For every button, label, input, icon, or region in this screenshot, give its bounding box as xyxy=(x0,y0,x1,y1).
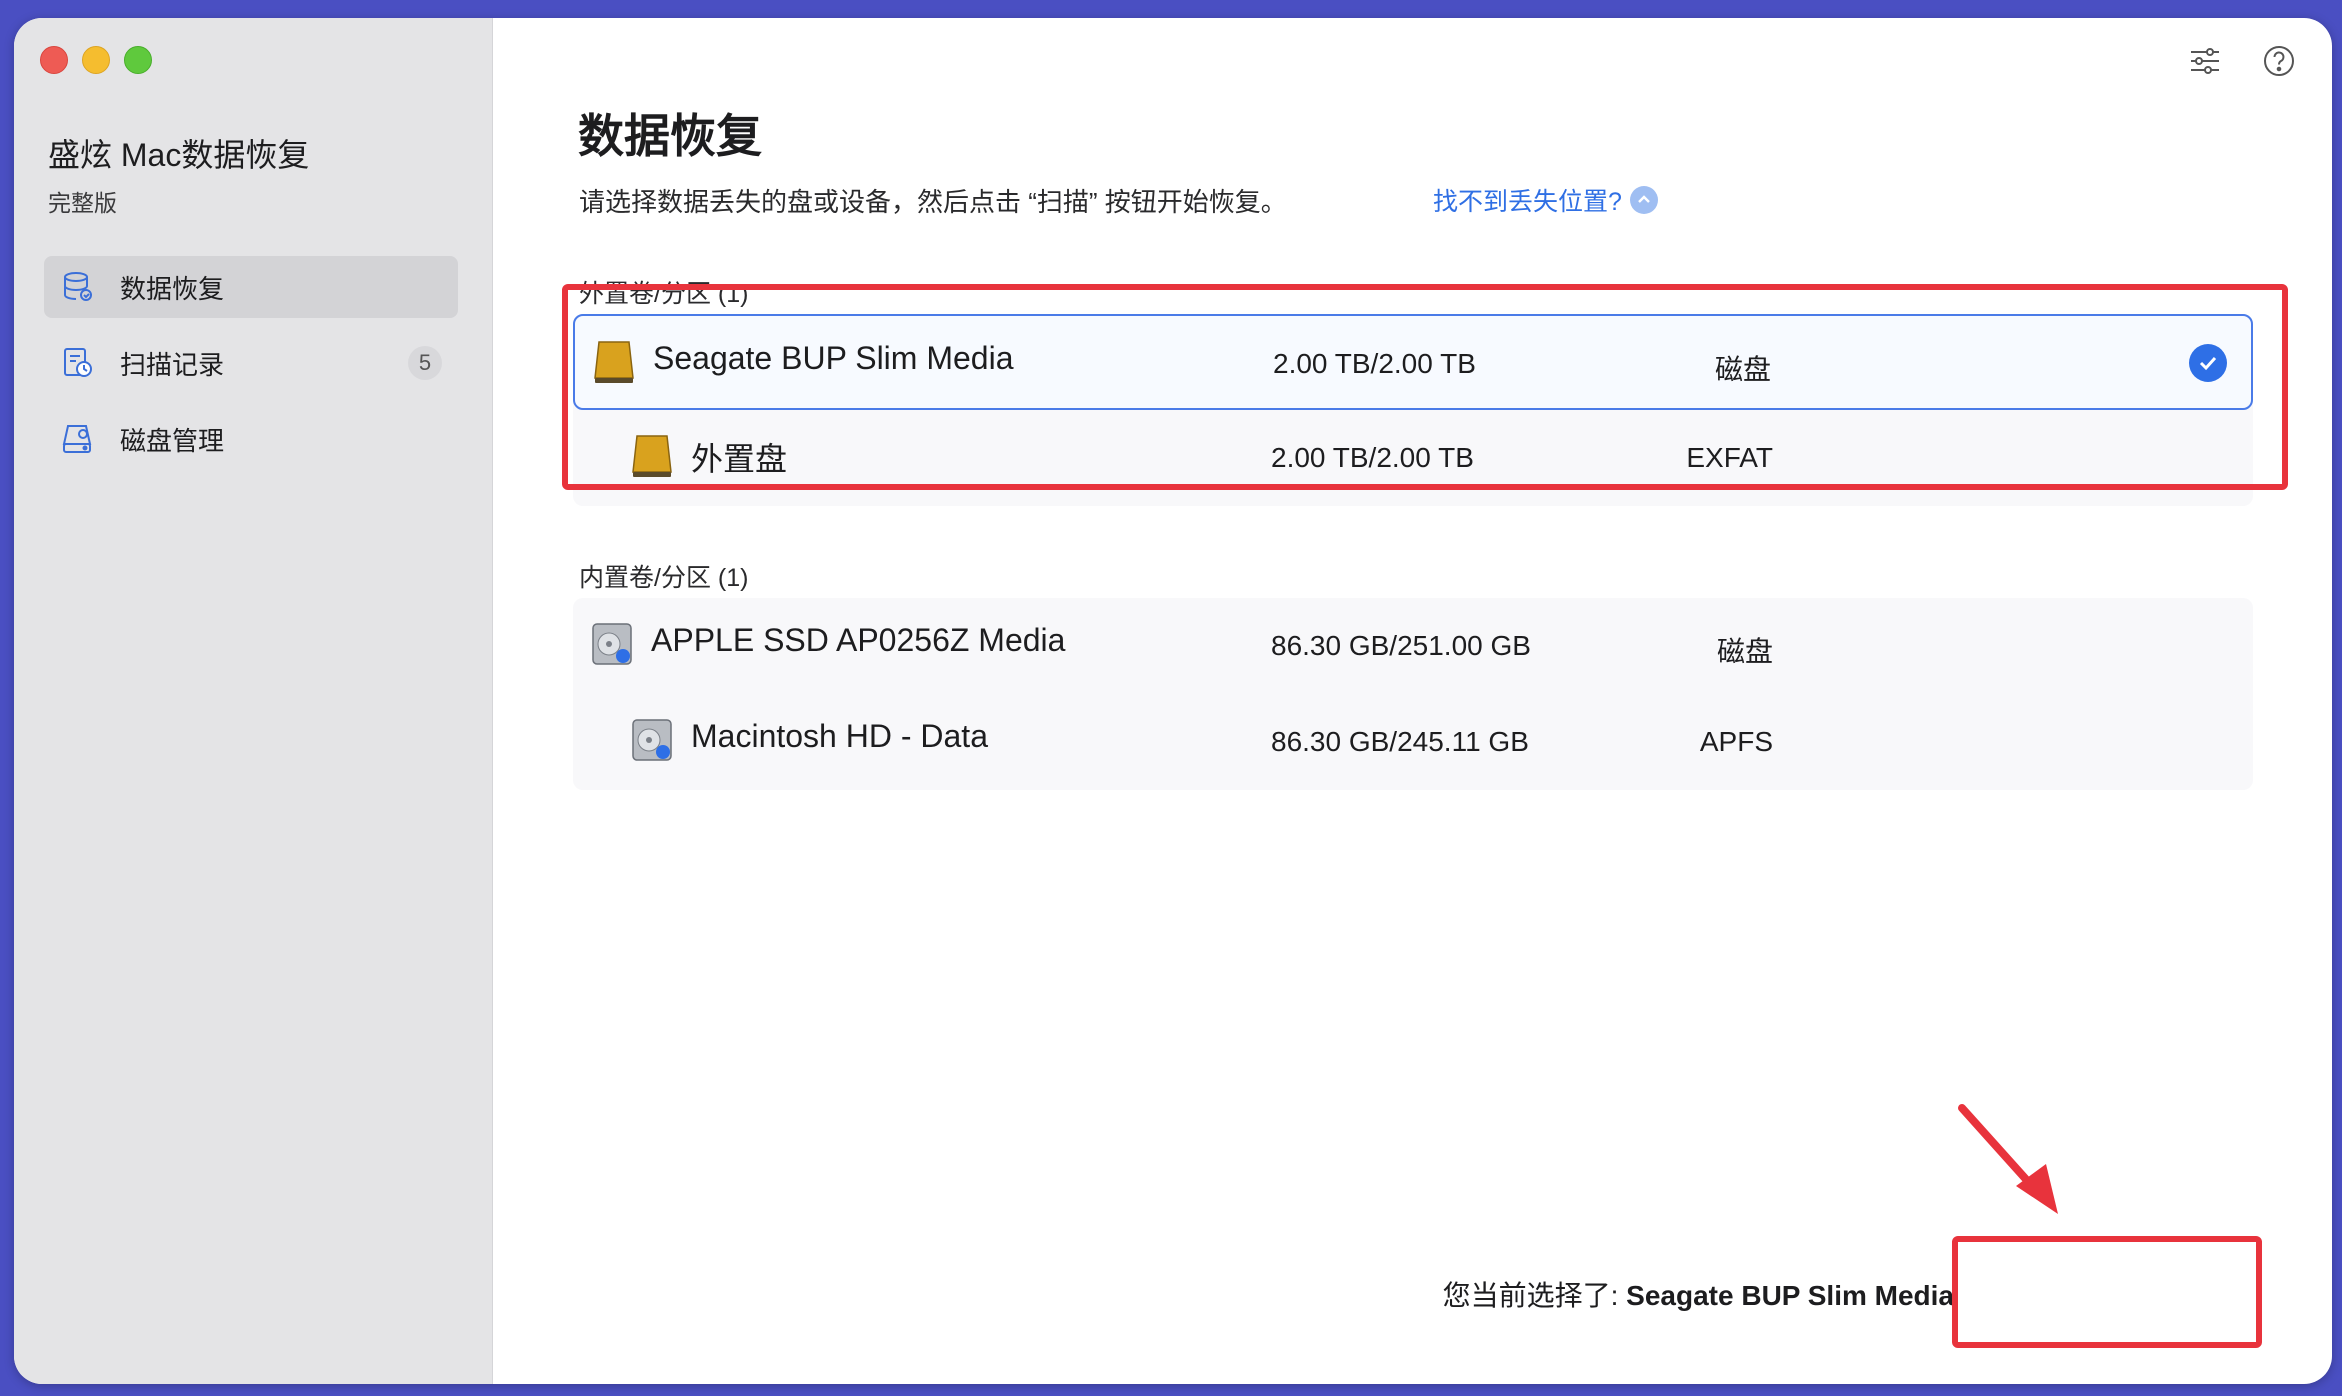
sidebar-item-label: 扫描记录 xyxy=(120,349,225,380)
internal-disk-icon xyxy=(629,716,675,769)
toolbar xyxy=(2186,42,2298,80)
zoom-window-button[interactable] xyxy=(124,46,152,74)
pointer-arrow-icon xyxy=(1958,1104,2058,1214)
sidebar-nav: 数据恢复 扫描记录 5 磁盘管理 xyxy=(44,256,458,484)
volume-name: Macintosh HD - Data xyxy=(691,718,988,754)
page-title: 数据恢复 xyxy=(578,110,762,162)
volume-size: 86.30 GB/245.11 GB xyxy=(1271,726,1529,757)
close-window-button[interactable] xyxy=(40,46,68,74)
minimize-window-button[interactable] xyxy=(82,46,110,74)
volume-row-macintosh-hd[interactable]: Macintosh HD - Data 86.30 GB/245.11 GB A… xyxy=(573,694,2253,790)
scan-history-icon xyxy=(60,345,96,381)
sidebar-item-data-recovery[interactable]: 数据恢复 xyxy=(44,256,458,318)
app-edition: 完整版 xyxy=(48,190,117,216)
sidebar-item-label: 磁盘管理 xyxy=(120,425,225,456)
highlight-box-external xyxy=(562,284,2288,490)
volume-size: 86.30 GB/251.00 GB xyxy=(1271,630,1531,661)
help-link-label: 找不到丢失位置? xyxy=(1433,188,1622,216)
volume-row-apple-ssd[interactable]: APPLE SSD AP0256Z Media 86.30 GB/251.00 … xyxy=(573,598,2253,694)
sidebar-item-label: 数据恢复 xyxy=(120,273,225,304)
volume-name: APPLE SSD AP0256Z Media xyxy=(651,622,1066,658)
highlight-box-scan xyxy=(1952,1236,2262,1348)
sidebar-item-disk-management[interactable]: 磁盘管理 xyxy=(44,408,458,470)
help-icon[interactable] xyxy=(2260,42,2298,80)
settings-sliders-icon[interactable] xyxy=(2186,42,2224,80)
internal-disk-icon xyxy=(589,620,635,673)
sidebar-item-scan-history[interactable]: 扫描记录 5 xyxy=(44,332,458,394)
volume-type: APFS xyxy=(1699,726,1773,757)
sidebar: 盛炫 Mac数据恢复 完整版 数据恢复 扫描记录 5 磁盘管理 xyxy=(14,18,493,1384)
chevron-up-icon xyxy=(1629,186,1658,214)
app-title: 盛炫 Mac数据恢复 xyxy=(48,137,310,173)
disk-management-icon xyxy=(60,421,96,457)
window-controls xyxy=(40,46,152,74)
page-subtitle: 请选择数据丢失的盘或设备，然后点击 “扫描” 按钮开始恢复。 xyxy=(579,187,1287,217)
scan-history-count-badge: 5 xyxy=(408,346,442,380)
current-selection-value: Seagate BUP Slim Media xyxy=(1626,1280,1954,1311)
database-icon xyxy=(60,269,96,305)
current-selection: 您当前选择了: Seagate BUP Slim Media xyxy=(1443,1274,1954,1314)
internal-volume-list: APPLE SSD AP0256Z Media 86.30 GB/251.00 … xyxy=(573,598,2253,790)
cannot-find-location-link[interactable]: 找不到丢失位置? xyxy=(1433,182,1658,218)
current-selection-prefix: 您当前选择了: xyxy=(1442,1280,1627,1311)
internal-section-label: 内置卷/分区 (1) xyxy=(579,564,749,592)
volume-type: 磁盘 xyxy=(1716,636,1773,667)
